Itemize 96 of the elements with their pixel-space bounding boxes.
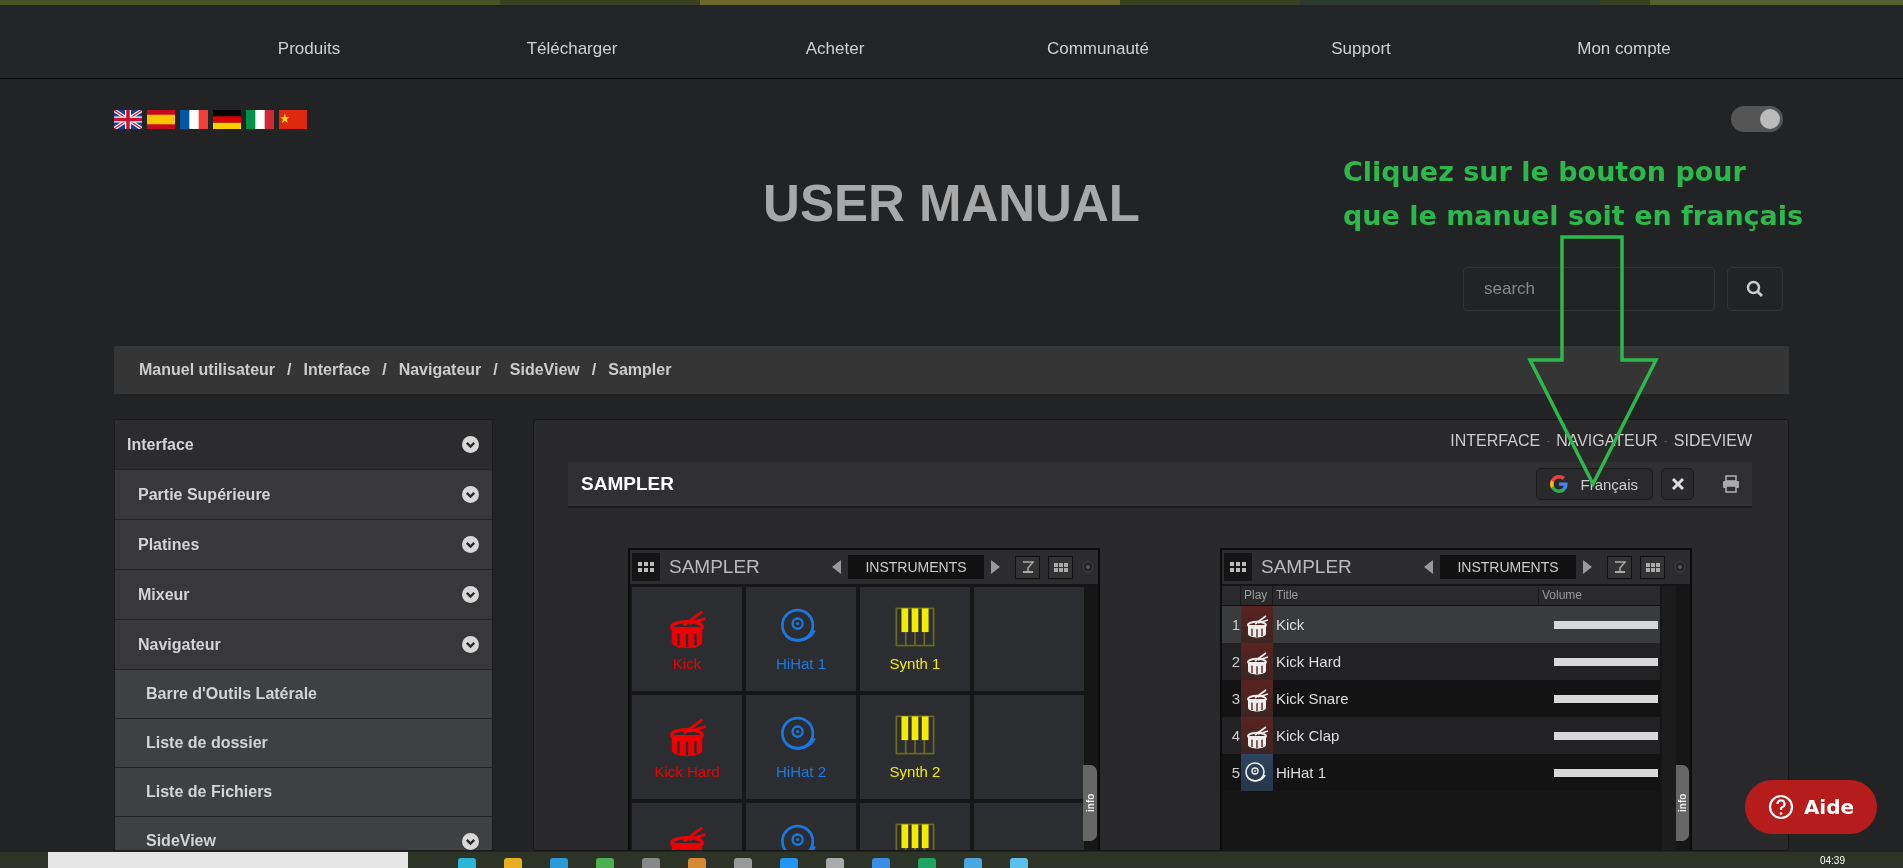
previous-icon bbox=[1423, 559, 1434, 575]
sample-title: Kick Clap bbox=[1275, 727, 1341, 744]
play-button[interactable] bbox=[1241, 680, 1273, 717]
play-button[interactable] bbox=[1241, 606, 1273, 643]
play-button[interactable] bbox=[1241, 717, 1273, 754]
close-icon bbox=[1670, 477, 1685, 491]
taskbar-search-field[interactable] bbox=[48, 852, 408, 868]
nav-link[interactable]: Produits bbox=[177, 38, 441, 59]
knob-icon bbox=[1674, 561, 1686, 573]
section-title: SAMPLER bbox=[581, 473, 675, 495]
filter-icon bbox=[1613, 560, 1626, 574]
sampler-title: SAMPLER bbox=[1261, 556, 1353, 578]
next-icon bbox=[990, 559, 1001, 575]
sample-pad[interactable]: Synth 2 bbox=[860, 695, 970, 799]
row-number: 4 bbox=[1230, 727, 1241, 744]
play-button[interactable] bbox=[1241, 754, 1273, 791]
italy-flag-icon[interactable] bbox=[246, 109, 274, 129]
breadcrumb-separator: / bbox=[287, 361, 292, 379]
next-icon bbox=[1582, 559, 1593, 575]
china-flag-icon[interactable] bbox=[279, 109, 307, 129]
sampler-title: SAMPLER bbox=[669, 556, 761, 578]
sidebar-item[interactable]: Barre d'Outils Latérale bbox=[115, 670, 492, 719]
breadcrumb-separator: / bbox=[382, 361, 387, 379]
germany-flag-icon[interactable] bbox=[213, 109, 241, 129]
print-button[interactable] bbox=[1722, 475, 1740, 493]
sidebar-item[interactable]: Liste de Fichiers bbox=[115, 768, 492, 817]
knob-icon bbox=[1082, 561, 1094, 573]
sample-title: Kick Snare bbox=[1275, 690, 1350, 707]
layout-button[interactable] bbox=[1640, 555, 1665, 579]
sidebar-item[interactable]: Navigateur bbox=[115, 620, 492, 670]
play-button[interactable] bbox=[1241, 643, 1273, 680]
spain-flag-icon[interactable] bbox=[147, 109, 175, 129]
piano-keys-icon bbox=[893, 713, 937, 757]
piano-keys-icon bbox=[893, 605, 937, 649]
google-logo-icon bbox=[1550, 475, 1569, 493]
sidebar-item[interactable]: Mixeur bbox=[115, 570, 492, 620]
annotation-text: Cliquez sur le bouton pour que le manuel soit en français bbox=[1343, 155, 1805, 233]
filter-button[interactable] bbox=[1607, 555, 1632, 579]
layout-button[interactable] bbox=[1048, 555, 1073, 579]
sidebar-item[interactable]: Interface bbox=[115, 420, 492, 470]
grid-icon bbox=[1645, 562, 1660, 572]
france-flag-icon[interactable] bbox=[180, 109, 208, 129]
bank-name[interactable]: INSTRUMENTS bbox=[1440, 555, 1576, 579]
breadcrumb-link[interactable]: Navigateur bbox=[398, 361, 482, 379]
breadcrumb-separator: / bbox=[493, 361, 498, 379]
sample-pad[interactable]: Synth 1 bbox=[860, 587, 970, 691]
sample-title: Kick Hard bbox=[1275, 653, 1343, 670]
printer-icon bbox=[1722, 475, 1740, 493]
filter-icon bbox=[1021, 560, 1034, 574]
column-header[interactable]: Title bbox=[1272, 586, 1538, 605]
sidebar-item[interactable]: Partie Supérieure bbox=[115, 470, 492, 520]
sidebar-item[interactable]: Platines bbox=[115, 520, 492, 570]
filter-button[interactable] bbox=[1015, 555, 1040, 579]
search-icon bbox=[1746, 280, 1764, 298]
nav-link[interactable]: Télécharger bbox=[440, 38, 704, 59]
nav-link[interactable]: Communauté bbox=[966, 38, 1230, 59]
search-button[interactable] bbox=[1727, 267, 1783, 311]
search-field[interactable]: search bbox=[1463, 267, 1715, 311]
help-button[interactable]: Aide bbox=[1745, 780, 1877, 834]
close-button[interactable] bbox=[1661, 468, 1694, 500]
row-number: 3 bbox=[1230, 690, 1241, 707]
sidebar-item[interactable]: Liste de dossier bbox=[115, 719, 492, 768]
path-separator: - bbox=[1546, 434, 1551, 448]
info-tab[interactable]: info bbox=[1083, 765, 1097, 841]
nav-link[interactable]: Support bbox=[1229, 38, 1493, 59]
sidebar-item[interactable]: SideView bbox=[115, 817, 492, 850]
theme-toggle[interactable] bbox=[1731, 106, 1783, 132]
sample-title: Kick bbox=[1275, 616, 1306, 633]
nav-link[interactable]: Acheter bbox=[703, 38, 967, 59]
translate-button[interactable]: Français bbox=[1536, 468, 1653, 500]
previous-icon bbox=[831, 559, 842, 575]
help-icon bbox=[1767, 794, 1794, 820]
breadcrumb-separator: / bbox=[591, 361, 597, 379]
path-link[interactable]: INTERFACE bbox=[1450, 432, 1541, 450]
sample-title: HiHat 1 bbox=[1275, 764, 1328, 781]
breadcrumb-link[interactable]: Sampler bbox=[608, 361, 672, 379]
column-header[interactable]: Play bbox=[1240, 586, 1272, 605]
nav-link[interactable]: Mon compte bbox=[1492, 38, 1756, 59]
column-header[interactable]: Volume bbox=[1538, 586, 1660, 605]
row-number: 2 bbox=[1230, 653, 1241, 670]
sample-row[interactable]: 1 Kick bbox=[1222, 606, 1660, 643]
path-link[interactable]: SIDEVIEW bbox=[1673, 432, 1752, 450]
path-separator: - bbox=[1663, 434, 1668, 448]
uk-flag-icon[interactable] bbox=[114, 109, 142, 129]
bank-name[interactable]: INSTRUMENTS bbox=[848, 555, 984, 579]
breadcrumb-link[interactable]: Interface bbox=[303, 361, 371, 379]
sample-row[interactable]: 2 Kick Hard bbox=[1222, 643, 1660, 680]
scrollbar[interactable] bbox=[1662, 586, 1676, 850]
breadcrumb-link[interactable]: SideView bbox=[509, 361, 580, 379]
breadcrumb-link[interactable]: Manuel utilisateur bbox=[139, 361, 276, 379]
grid-icon bbox=[1053, 562, 1068, 572]
page-title: USER MANUAL bbox=[763, 174, 1140, 234]
sample-row[interactable]: 4 Kick Clap bbox=[1222, 717, 1660, 754]
row-number: 5 bbox=[1230, 764, 1241, 781]
row-number: 1 bbox=[1230, 616, 1241, 633]
taskbar-clock: 04:39 bbox=[1819, 854, 1845, 867]
